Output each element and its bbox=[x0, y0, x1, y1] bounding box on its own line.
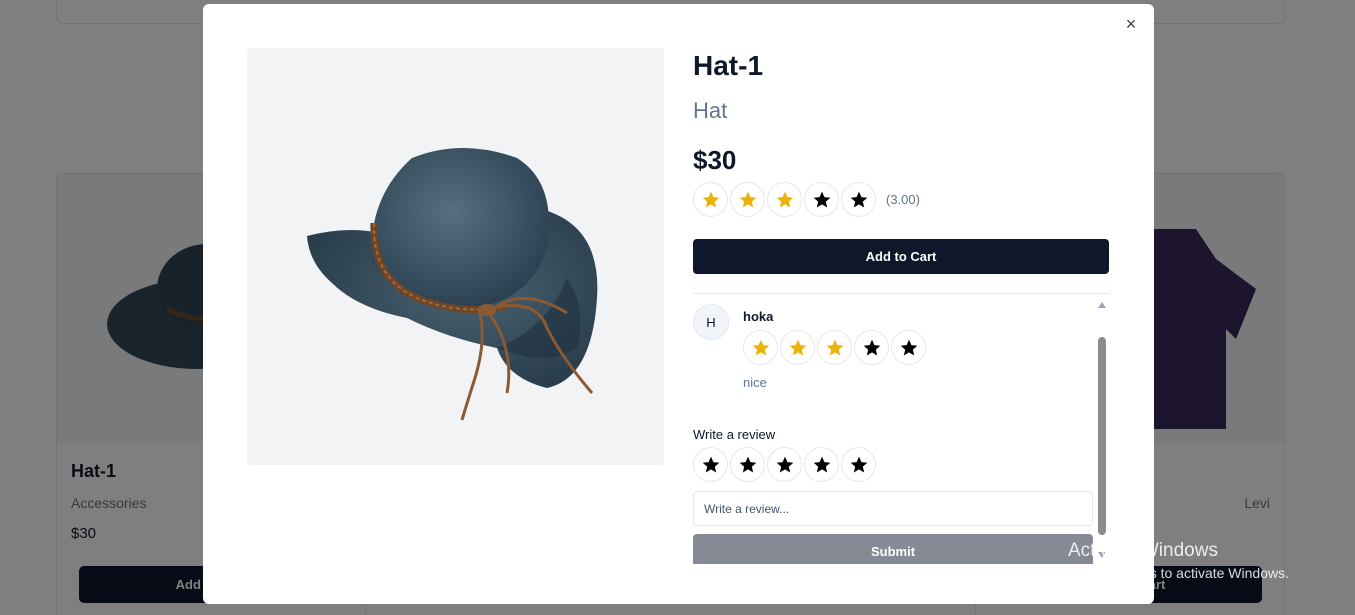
submit-button[interactable]: Submit bbox=[693, 534, 1093, 564]
rating-value: (3.00) bbox=[886, 192, 920, 207]
product-image bbox=[247, 48, 664, 465]
star-button bbox=[743, 330, 778, 365]
star-button bbox=[804, 182, 839, 217]
star-icon bbox=[739, 191, 756, 207]
star-icon bbox=[789, 339, 806, 355]
star-button[interactable] bbox=[730, 447, 765, 482]
star-button bbox=[891, 330, 926, 365]
star-icon bbox=[739, 456, 756, 472]
review-text: nice bbox=[743, 375, 767, 390]
review-input[interactable] bbox=[693, 491, 1093, 526]
star-icon bbox=[776, 456, 793, 472]
star-button bbox=[854, 330, 889, 365]
product-category: Hat bbox=[693, 98, 728, 123]
watermark-title: Activate Windows bbox=[1068, 540, 1218, 561]
review-author: hoka bbox=[743, 309, 774, 324]
product-rating: (3.00) bbox=[693, 182, 920, 217]
star-icon bbox=[850, 456, 867, 472]
star-button bbox=[780, 330, 815, 365]
star-icon bbox=[813, 191, 830, 207]
write-review-stars[interactable] bbox=[693, 447, 878, 482]
watermark-subtitle: Go to Settings to activate Windows. bbox=[1068, 565, 1289, 581]
star-icon bbox=[776, 191, 793, 207]
star-icon bbox=[850, 191, 867, 207]
star-button bbox=[693, 182, 728, 217]
product-rating-stars bbox=[693, 182, 878, 217]
scroll-thumb[interactable] bbox=[1098, 337, 1106, 535]
star-button bbox=[767, 182, 802, 217]
review-rating-stars bbox=[743, 330, 928, 365]
reviews-scrollbar[interactable] bbox=[1095, 294, 1109, 564]
star-icon bbox=[702, 456, 719, 472]
star-icon bbox=[752, 339, 769, 355]
star-icon bbox=[813, 456, 830, 472]
product-price: $30 bbox=[693, 145, 737, 175]
reviews-section[interactable]: H hoka nice Write a review Submit bbox=[693, 294, 1109, 564]
star-icon bbox=[702, 191, 719, 207]
star-button bbox=[730, 182, 765, 217]
close-icon: × bbox=[1125, 14, 1137, 34]
star-icon bbox=[900, 339, 917, 355]
star-button[interactable] bbox=[767, 447, 802, 482]
write-review-label: Write a review bbox=[693, 427, 776, 442]
product-title: Hat-1 bbox=[693, 50, 764, 81]
star-button bbox=[841, 182, 876, 217]
star-button[interactable] bbox=[693, 447, 728, 482]
close-button[interactable]: × bbox=[1123, 14, 1139, 34]
scroll-up-arrow-icon[interactable] bbox=[1098, 302, 1106, 308]
hat-image bbox=[307, 148, 598, 421]
avatar: H bbox=[693, 304, 729, 340]
star-button[interactable] bbox=[841, 447, 876, 482]
star-icon bbox=[826, 339, 843, 355]
star-button bbox=[817, 330, 852, 365]
star-button[interactable] bbox=[804, 447, 839, 482]
star-icon bbox=[863, 339, 880, 355]
add-to-cart-button[interactable]: Add to Cart bbox=[693, 239, 1109, 274]
product-modal: × Hat-1 Hat $30 (3.00) Add to Cart H hok… bbox=[203, 4, 1154, 604]
windows-activation-watermark: Activate Windows Go to Settings to activ… bbox=[1068, 540, 1289, 581]
